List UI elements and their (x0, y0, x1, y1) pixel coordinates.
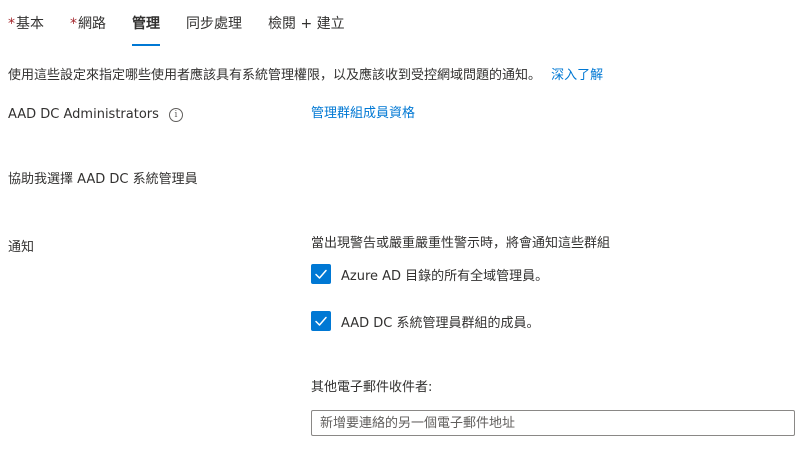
required-marker: * (70, 16, 77, 32)
description-text: 使用這些設定來指定哪些使用者應該具有系統管理權限，以及應該收到受控網域問題的通知… (8, 68, 542, 83)
checkmark-icon (315, 269, 327, 279)
tab-label: 同步處理 (186, 16, 242, 32)
help-choose-admins-link[interactable]: 協助我選擇 AAD DC 系統管理員 (8, 168, 198, 187)
checkmark-icon (315, 316, 327, 326)
tab-administration[interactable]: 管理 (132, 14, 160, 46)
other-recipients-label: 其他電子郵件收件者: (311, 380, 433, 395)
notifications-description: 當出現警告或嚴重嚴重性警示時，將會通知這些群組 (311, 236, 611, 251)
global-admins-checkbox-label: Azure AD 目錄的所有全域管理員。 (341, 269, 549, 284)
manage-settings-page: *基本 *網路 管理 同步處理 檢閱 + 建立 使用這些設定來指定哪些使用者應該… (0, 0, 800, 452)
admins-label-row: AAD DC Administrators i (8, 107, 183, 122)
email-recipient-input[interactable] (311, 410, 795, 436)
tab-label: 網路 (78, 16, 106, 32)
info-icon[interactable]: i (168, 108, 183, 122)
tab-networking[interactable]: *網路 (70, 14, 106, 46)
page-description: 使用這些設定來指定哪些使用者應該具有系統管理權限，以及應該收到受控網域問題的通知… (8, 64, 603, 83)
tab-bar: *基本 *網路 管理 同步處理 檢閱 + 建立 (8, 14, 371, 46)
learn-more-link[interactable]: 深入了解 (551, 68, 603, 83)
required-marker: * (8, 16, 15, 32)
tab-label: 基本 (16, 16, 44, 32)
global-admins-checkbox[interactable] (311, 264, 331, 284)
dc-admins-checkbox-label: AAD DC 系統管理員群組的成員。 (341, 316, 540, 331)
tab-review-create[interactable]: 檢閱 + 建立 (268, 14, 345, 46)
tab-label: 檢閱 + 建立 (268, 16, 345, 32)
manage-group-membership-link[interactable]: 管理群組成員資格 (311, 102, 415, 121)
tab-basics[interactable]: *基本 (8, 14, 44, 46)
notifications-label: 通知 (8, 240, 35, 255)
global-admins-checkbox-row[interactable]: Azure AD 目錄的所有全域管理員。 (311, 264, 551, 286)
tab-synchronization[interactable]: 同步處理 (186, 14, 242, 46)
dc-admins-checkbox[interactable] (311, 311, 331, 331)
tab-label: 管理 (132, 16, 160, 32)
admins-label: AAD DC Administrators (8, 107, 159, 122)
dc-admins-checkbox-row[interactable]: AAD DC 系統管理員群組的成員。 (311, 311, 551, 333)
